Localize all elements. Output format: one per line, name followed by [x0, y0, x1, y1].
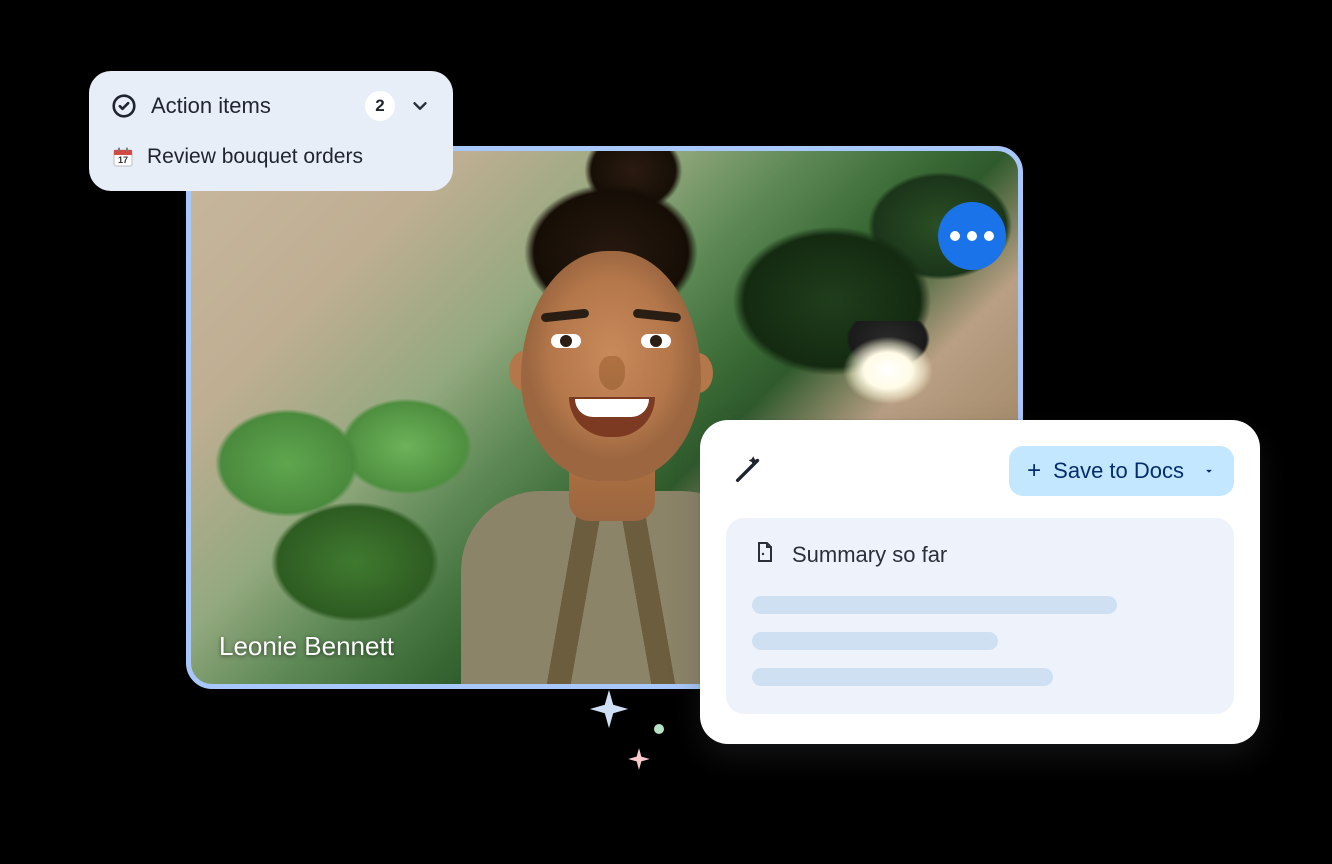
action-item-label: Review bouquet orders: [147, 145, 363, 169]
summary-body-title: Summary so far: [792, 542, 947, 568]
action-items-title: Action items: [151, 93, 351, 119]
save-to-docs-button[interactable]: + Save to Docs: [1009, 446, 1234, 496]
sparkle-icon: [626, 746, 652, 772]
document-icon: [752, 540, 776, 570]
summary-placeholder-line: [752, 632, 998, 650]
svg-text:17: 17: [118, 155, 128, 165]
plus-icon: +: [1027, 459, 1041, 483]
save-to-docs-label: Save to Docs: [1053, 458, 1184, 484]
magic-wand-icon: [726, 452, 766, 491]
participant-name-label: Leonie Bennett: [219, 631, 394, 662]
sparkle-icon: [586, 686, 632, 732]
action-item-row[interactable]: 17 Review bouquet orders: [111, 145, 431, 169]
summary-body[interactable]: Summary so far: [726, 518, 1234, 714]
chevron-down-icon: [409, 95, 431, 117]
action-items-count-badge: 2: [365, 91, 395, 121]
dropdown-caret-icon: [1202, 464, 1216, 478]
summary-placeholder-line: [752, 596, 1117, 614]
more-options-button[interactable]: [938, 202, 1006, 270]
summary-panel: + Save to Docs Summary so far: [700, 420, 1260, 744]
calendar-icon: 17: [111, 145, 135, 169]
background-lamp: [818, 321, 958, 411]
dots-icon: [950, 231, 960, 241]
checklist-icon: [111, 93, 137, 119]
action-items-panel: Action items 2 17 Review bouquet orders: [89, 71, 453, 191]
summary-placeholder-line: [752, 668, 1053, 686]
sparkle-dot: [654, 724, 664, 734]
action-items-header[interactable]: Action items 2: [111, 91, 431, 121]
